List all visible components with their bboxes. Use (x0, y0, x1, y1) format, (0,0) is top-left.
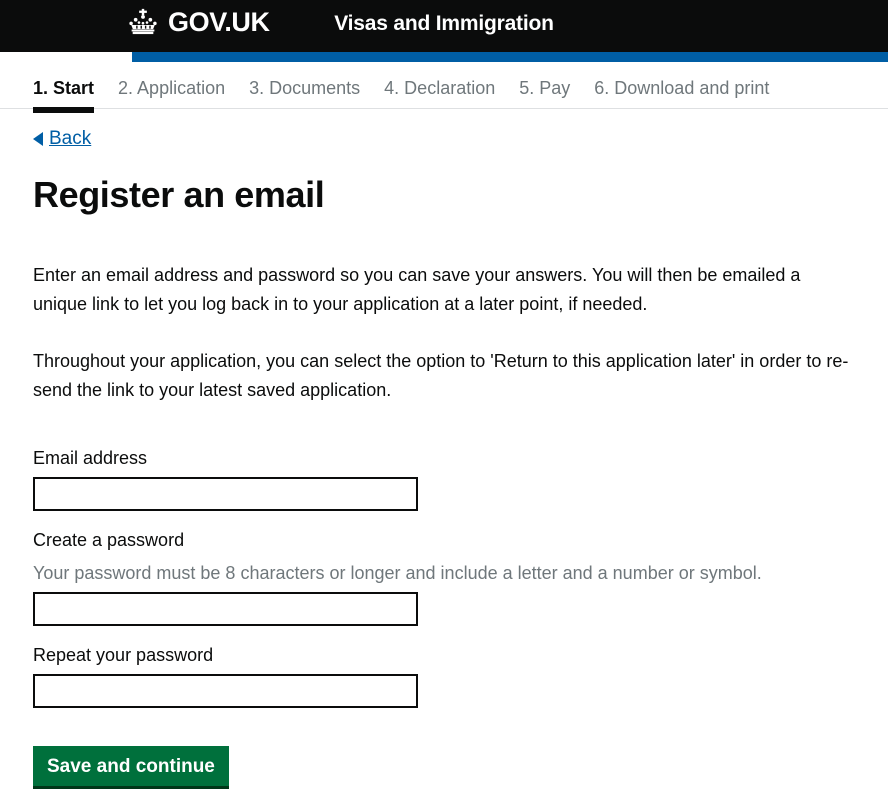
email-input[interactable] (33, 477, 418, 511)
step-item-declaration[interactable]: 4. Declaration (384, 76, 495, 113)
email-form-group: Email address (33, 447, 855, 511)
left-arrow-icon (33, 132, 43, 146)
save-and-continue-button[interactable]: Save and continue (33, 746, 229, 789)
step-item-documents[interactable]: 3. Documents (249, 76, 360, 113)
spacer-after-email (33, 511, 855, 529)
blue-accent-bar-row (0, 52, 888, 62)
password-form-group: Create a password Your password must be … (33, 529, 855, 626)
main-content: Back Register an email Enter an email ad… (0, 116, 888, 789)
back-link-wrapper[interactable]: Back (33, 116, 855, 150)
step-item-pay[interactable]: 5. Pay (519, 76, 570, 113)
step-item-download-and-print[interactable]: 6. Download and print (594, 76, 769, 113)
password-input[interactable] (33, 592, 418, 626)
page-title: Register an email (33, 174, 325, 215)
blue-accent-bar (132, 52, 888, 62)
password-repeat-form-group: Repeat your password (33, 644, 855, 708)
step-item-start[interactable]: 1. Start (33, 76, 95, 113)
password-repeat-label: Repeat your password (33, 645, 214, 665)
password-hint: Your password must be 8 characters or lo… (33, 563, 762, 583)
back-link[interactable]: Back (49, 128, 91, 150)
intro-paragraph-1: Enter an email address and password so y… (33, 265, 801, 314)
email-label: Email address (33, 448, 148, 468)
service-name: Visas and Immigration (334, 12, 554, 35)
submit-wrapper: Save and continue (33, 746, 855, 789)
step-navigation: 1. Start 2. Application 3. Documents 4. … (0, 62, 888, 116)
gov-uk-header: GOV.UK Visas and Immigration (0, 0, 888, 52)
intro-paragraph-2: Throughout your application, you can sel… (33, 351, 849, 400)
register-email-form: Email address Create a password Your pas… (33, 447, 855, 789)
spacer-after-password (33, 626, 855, 644)
password-label: Create a password (33, 530, 185, 550)
step-list: 1. Start 2. Application 3. Documents 4. … (33, 62, 888, 113)
password-repeat-input[interactable] (33, 674, 418, 708)
step-item-application[interactable]: 2. Application (118, 76, 225, 113)
